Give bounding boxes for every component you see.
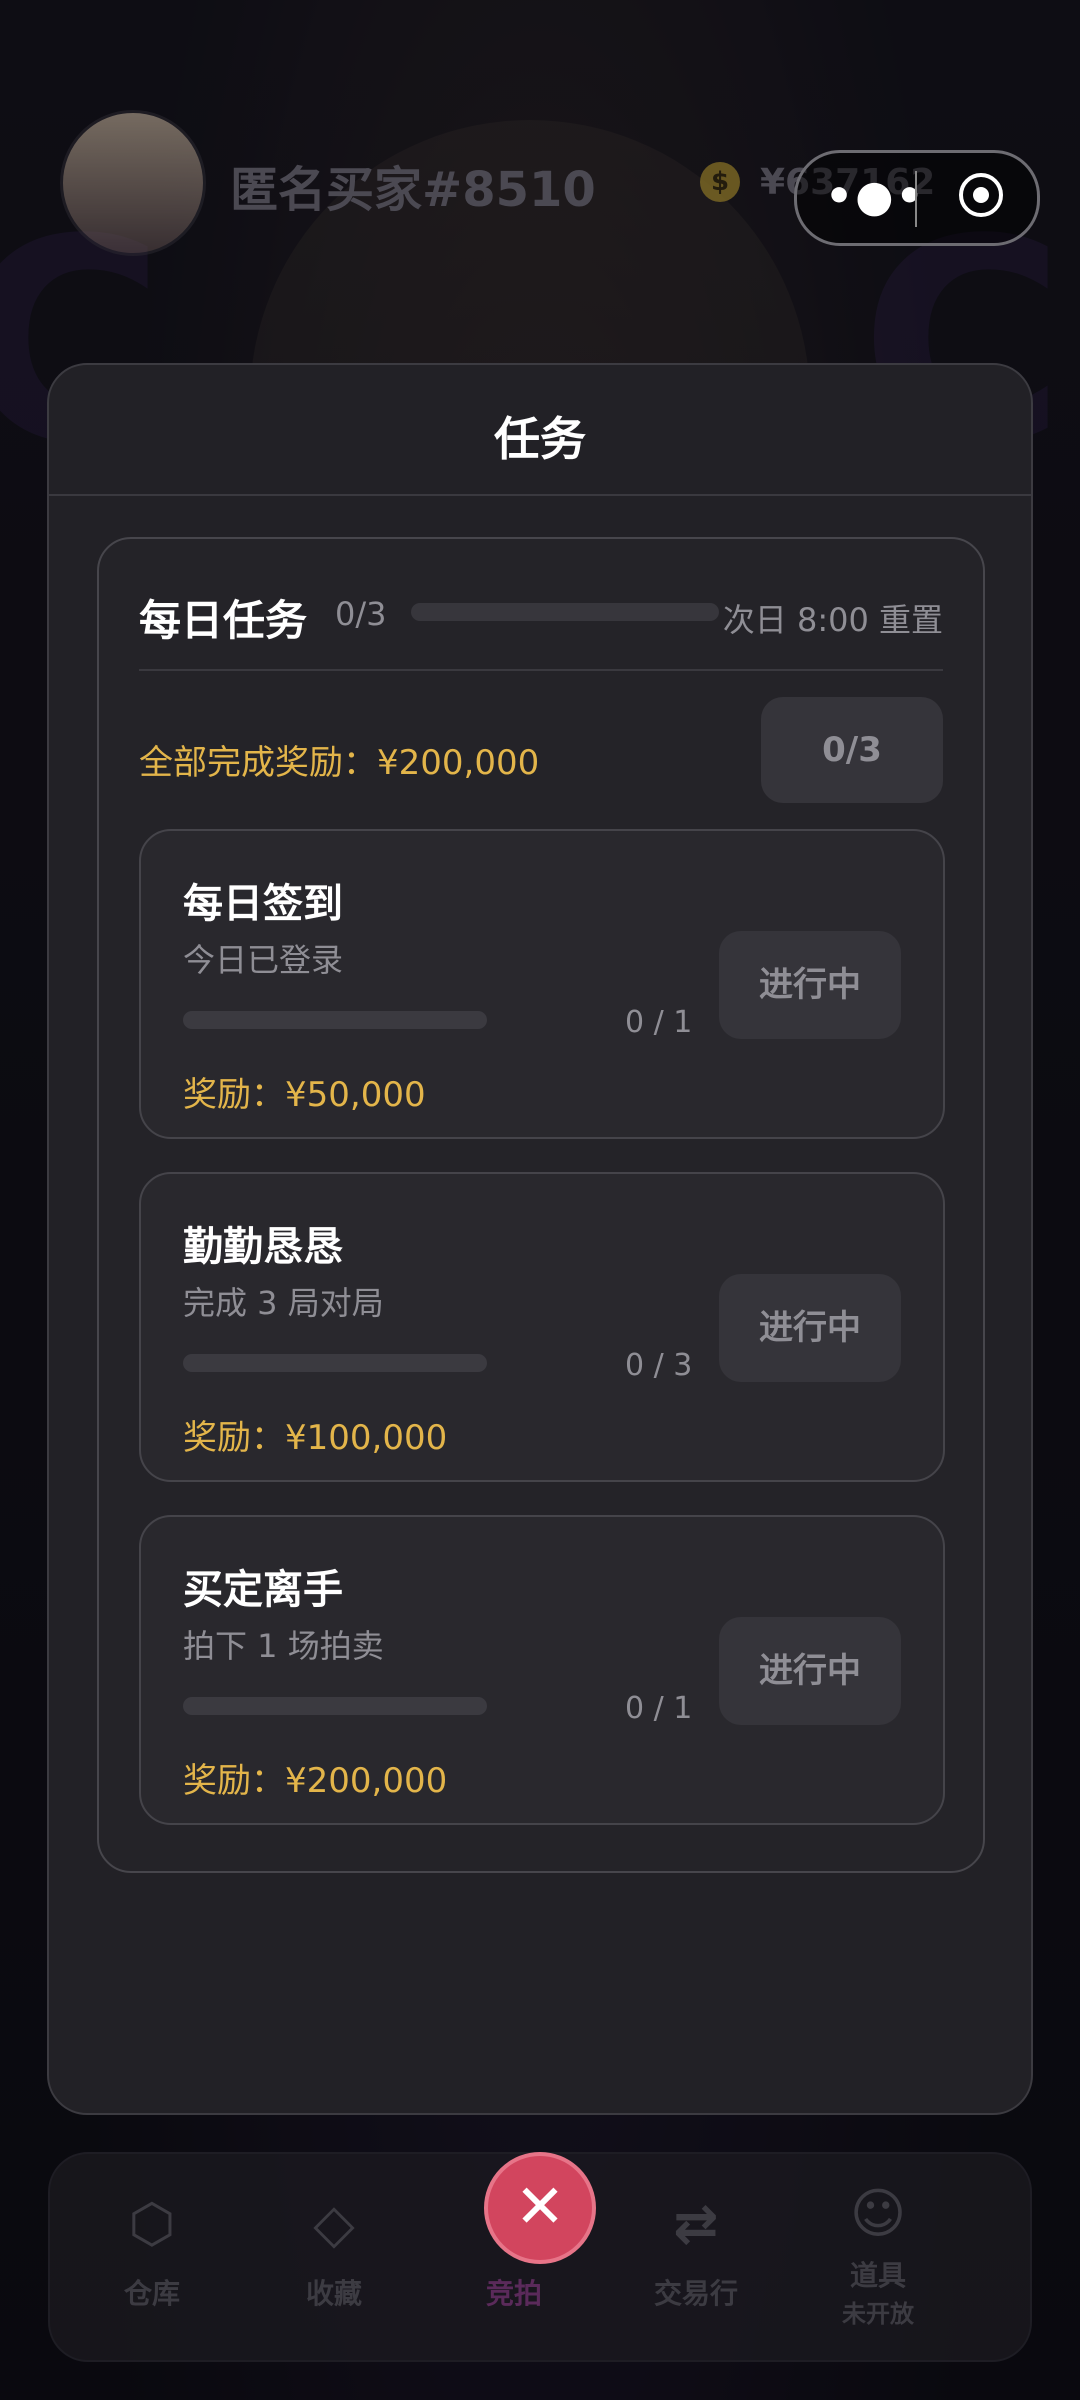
task-description: 今日已登录 xyxy=(183,941,344,979)
person-icon: ☺ xyxy=(849,2182,907,2245)
daily-tasks-count: 0/3 xyxy=(335,595,387,633)
task-reward: 奖励：¥50,000 xyxy=(183,1075,426,1115)
daily-tasks-title: 每日任务 xyxy=(139,596,308,645)
nav-label: 仓库 xyxy=(123,2277,180,2310)
miniprogram-capsule: •●• xyxy=(794,150,1040,246)
nav-item-items[interactable]: ☺ 道具 未开放 xyxy=(808,2174,948,2329)
avatar[interactable] xyxy=(60,110,206,256)
nav-item-favorites[interactable]: ◇ 收藏 xyxy=(264,2184,404,2312)
task-progress-bar xyxy=(183,1011,487,1029)
task-status-button[interactable]: 进行中 xyxy=(719,931,901,1039)
box-icon: ⬡ xyxy=(128,2192,176,2255)
nav-label: 收藏 xyxy=(305,2277,362,2310)
more-icon[interactable]: •●• xyxy=(825,171,926,222)
task-reward: 奖励：¥200,000 xyxy=(183,1761,448,1801)
task-name: 每日签到 xyxy=(183,881,343,927)
coin-icon: $ xyxy=(700,162,740,202)
top-bar: 匿名买家#8510 $ ¥637162 •●• xyxy=(60,110,1040,256)
reset-time-text: 次日 8:00 重置 xyxy=(722,601,943,639)
modal-title: 任务 xyxy=(494,412,586,466)
task-status-button[interactable]: 进行中 xyxy=(719,1274,901,1382)
nav-label: 道具 xyxy=(849,2259,906,2292)
nav-item-exchange[interactable]: ⇄ 交易行 xyxy=(626,2184,766,2312)
task-progress-text: 0 / 3 xyxy=(625,1348,693,1383)
daily-progress-bar xyxy=(411,603,719,621)
task-reward: 奖励：¥100,000 xyxy=(183,1418,448,1458)
task-progress-bar xyxy=(183,1354,487,1372)
task-card: 买定离手 拍下 1 场拍卖 0 / 1 奖励：¥200,000 进行中 xyxy=(139,1515,945,1825)
divider xyxy=(139,669,943,671)
nav-item-warehouse[interactable]: ⬡ 仓库 xyxy=(82,2184,222,2312)
nav-sublabel: 未开放 xyxy=(842,2300,914,2328)
task-modal: 任务 每日任务 0/3 次日 8:00 重置 全部完成奖励：¥200,000 0… xyxy=(47,363,1033,2115)
task-card: 勤勤恳恳 完成 3 局对局 0 / 3 奖励：¥100,000 进行中 xyxy=(139,1172,945,1482)
daily-tasks-panel: 每日任务 0/3 次日 8:00 重置 全部完成奖励：¥200,000 0/3 … xyxy=(97,537,985,1873)
capsule-divider xyxy=(915,171,917,227)
swap-icon: ⇄ xyxy=(673,2192,719,2255)
task-name: 勤勤恳恳 xyxy=(183,1224,343,1270)
username: 匿名买家#8510 xyxy=(230,162,596,218)
diamond-icon: ◇ xyxy=(313,2192,355,2255)
close-button[interactable]: ✕ xyxy=(484,2152,596,2264)
close-icon: ✕ xyxy=(514,2172,566,2242)
task-progress-text: 0 / 1 xyxy=(625,1691,693,1726)
task-progress-bar xyxy=(183,1697,487,1715)
nav-label: 竞拍 xyxy=(485,2277,542,2310)
task-description: 拍下 1 场拍卖 xyxy=(183,1627,384,1665)
claim-all-button[interactable]: 0/3 xyxy=(761,697,943,803)
task-progress-text: 0 / 1 xyxy=(625,1005,693,1040)
task-description: 完成 3 局对局 xyxy=(183,1284,384,1322)
divider xyxy=(49,494,1031,496)
nav-label: 交易行 xyxy=(653,2277,738,2310)
close-target-icon[interactable] xyxy=(959,173,1003,217)
task-name: 买定离手 xyxy=(183,1567,343,1613)
all-complete-reward: 全部完成奖励：¥200,000 xyxy=(139,743,540,783)
task-card: 每日签到 今日已登录 0 / 1 奖励：¥50,000 进行中 xyxy=(139,829,945,1139)
task-status-button[interactable]: 进行中 xyxy=(719,1617,901,1725)
